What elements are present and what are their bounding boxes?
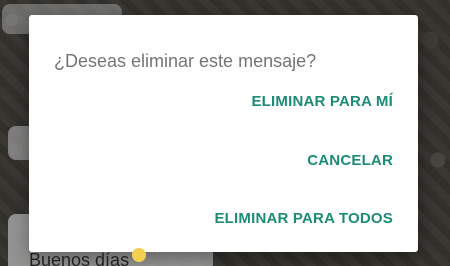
emoji-icon (132, 248, 146, 262)
cancel-button[interactable]: CANCELAR (307, 153, 393, 168)
dialog-title: ¿Deseas eliminar este mensaje? (54, 51, 317, 71)
chat-screen: Buenos días ¿Deseas eliminar este mensaj… (0, 0, 450, 266)
delete-message-dialog: ¿Deseas eliminar este mensaje? ELIMINAR … (29, 15, 418, 252)
chat-message-text: Buenos días (29, 250, 130, 266)
delete-for-me-button[interactable]: ELIMINAR PARA MÍ (251, 94, 393, 109)
delete-for-everyone-button[interactable]: ELIMINAR PARA TODOS (214, 211, 393, 226)
